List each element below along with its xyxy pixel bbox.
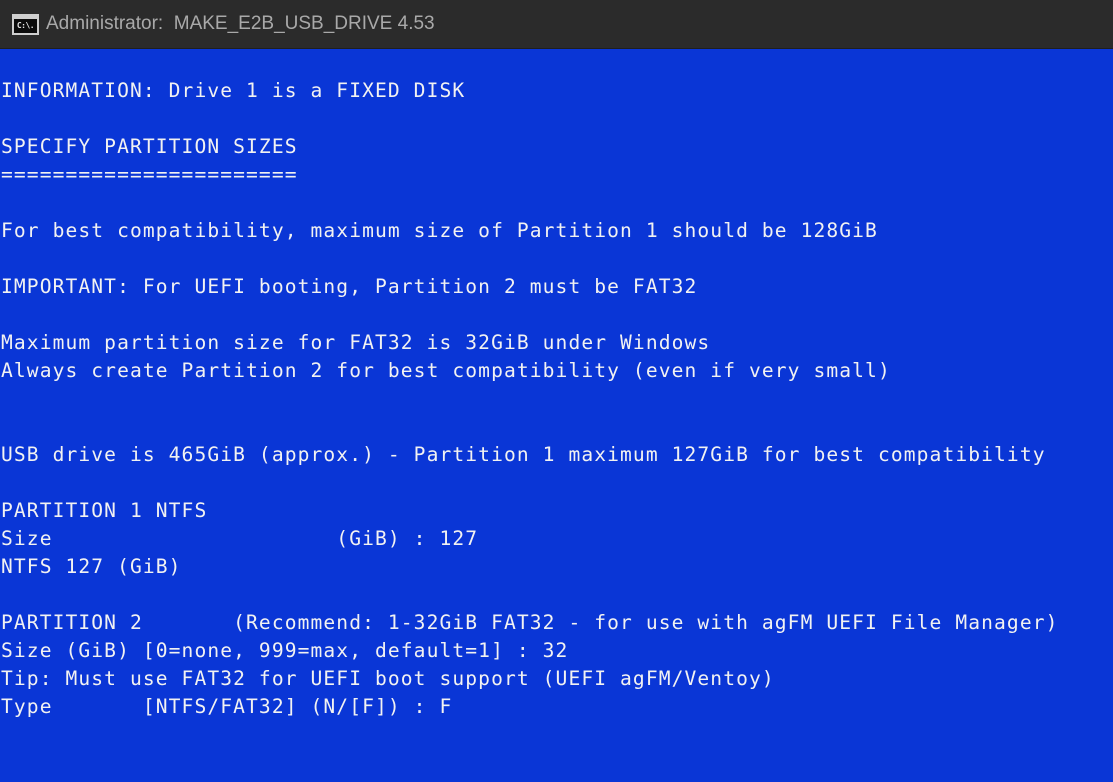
command-prompt-icon-glyph: C:\.: [16, 20, 35, 30]
console-line: Always create Partition 2 for best compa…: [1, 359, 891, 382]
title-bar[interactable]: C:\. Administrator: MAKE_E2B_USB_DRIVE 4…: [0, 0, 1113, 49]
command-prompt-icon: C:\.: [12, 13, 39, 35]
console-line: PARTITION 1 NTFS: [1, 499, 208, 522]
console-line: Size (GiB) [0=none, 999=max, default=1] …: [1, 639, 569, 662]
console-line: Maximum partition size for FAT32 is 32Gi…: [1, 331, 711, 354]
window-title: Administrator: MAKE_E2B_USB_DRIVE 4.53: [46, 13, 435, 34]
console-line: Size (GiB) : 127: [1, 527, 479, 550]
console-line: USB drive is 465GiB (approx.) - Partitio…: [1, 443, 1046, 466]
console-line: SPECIFY PARTITION SIZES: [1, 135, 298, 158]
console-line: NTFS 127 (GiB): [1, 555, 182, 578]
console-line: Type [NTFS/FAT32] (N/[F]) : F: [1, 695, 453, 718]
console-line: INFORMATION: Drive 1 is a FIXED DISK: [1, 79, 466, 102]
console-window: C:\. Administrator: MAKE_E2B_USB_DRIVE 4…: [0, 0, 1113, 782]
console-output[interactable]: INFORMATION: Drive 1 is a FIXED DISK SPE…: [1, 77, 1059, 721]
console-line: IMPORTANT: For UEFI booting, Partition 2…: [1, 275, 698, 298]
console-line: PARTITION 2 (Recommend: 1-32GiB FAT32 - …: [1, 611, 1059, 634]
console-line: =======================: [1, 163, 298, 186]
console-line: For best compatibility, maximum size of …: [1, 219, 878, 242]
console-line: Tip: Must use FAT32 for UEFI boot suppor…: [1, 667, 775, 690]
